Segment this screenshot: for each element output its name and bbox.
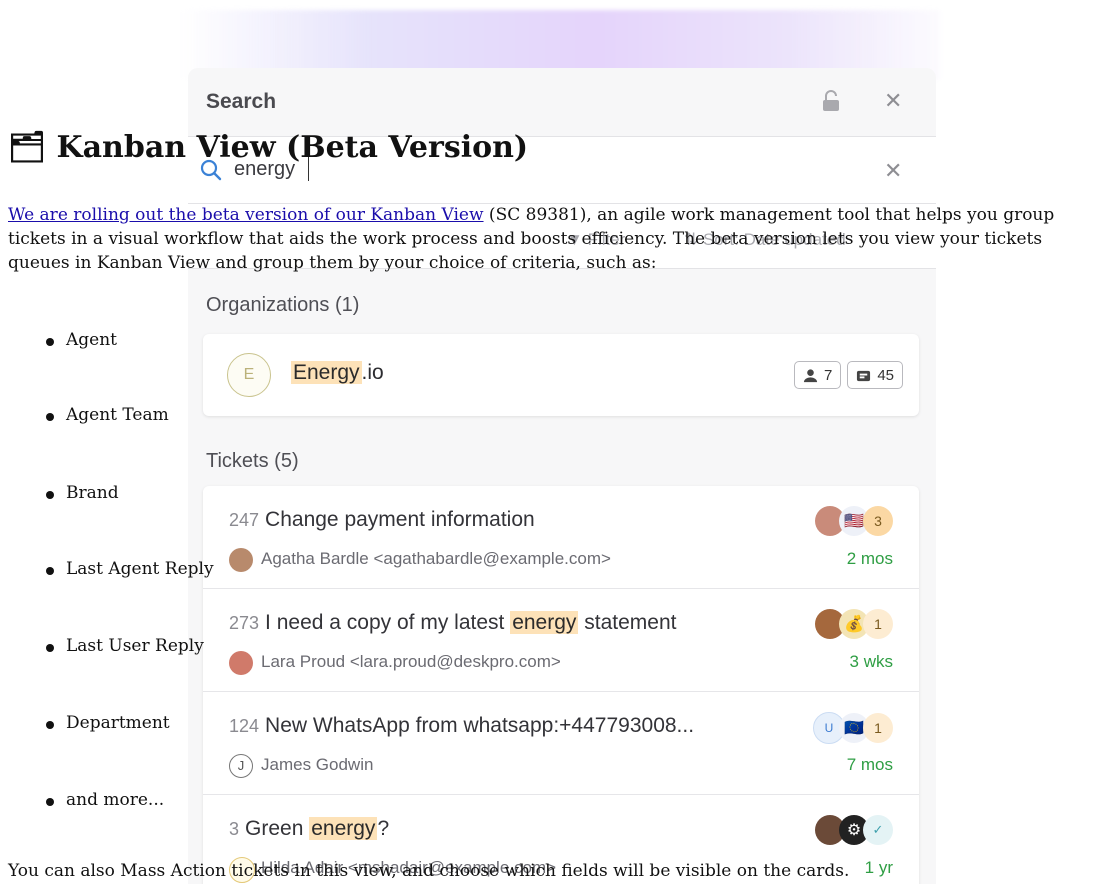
criteria-item: Department xyxy=(46,713,170,733)
beta-announcement-link[interactable]: We are rolling out the beta version of o… xyxy=(8,205,484,225)
article: 🗂 Kanban View (Beta Version) We are roll… xyxy=(0,0,1110,884)
criteria-item: and more... xyxy=(45,790,165,810)
article-outro: You can also Mass Action tickets in this… xyxy=(8,861,850,881)
criteria-item: Agent Team xyxy=(46,405,169,425)
article-title: 🗂 Kanban View (Beta Version) xyxy=(8,130,529,165)
criteria-item: Last Agent Reply xyxy=(46,559,214,579)
criteria-item: Agent xyxy=(46,330,117,350)
criteria-item: Last User Reply xyxy=(46,636,204,656)
criteria-item: Brand xyxy=(46,483,119,503)
article-intro: We are rolling out the beta version of o… xyxy=(8,203,1108,275)
